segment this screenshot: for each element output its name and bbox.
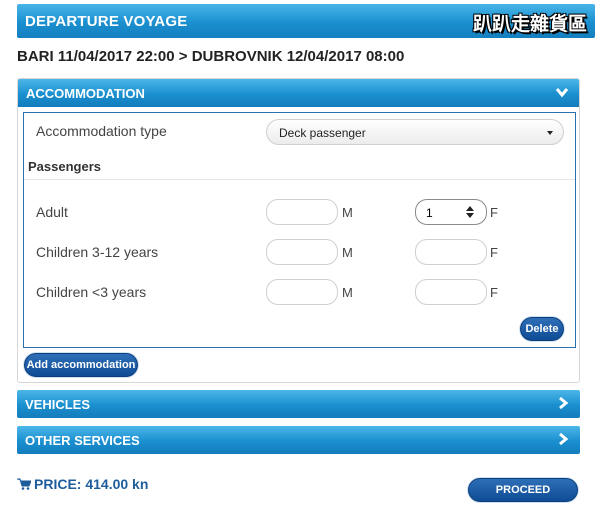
accommodation-type-label: Accommodation type <box>36 123 167 139</box>
chevron-right-icon[interactable] <box>556 432 570 446</box>
spinner-arrows-icon[interactable] <box>466 205 474 219</box>
male-suffix: M <box>342 205 353 220</box>
accommodation-form: Accommodation type Deck passenger Passen… <box>23 112 576 348</box>
caret-down-icon <box>547 131 553 135</box>
children-3-12-female-input[interactable] <box>415 239 487 265</box>
adult-male-input[interactable] <box>266 199 338 225</box>
female-suffix: F <box>490 205 498 220</box>
accommodation-type-select[interactable]: Deck passenger <box>266 119 564 145</box>
chevron-down-icon[interactable] <box>555 85 569 99</box>
add-accommodation-button[interactable]: Add accommodation <box>24 353 138 377</box>
male-suffix: M <box>342 285 353 300</box>
male-suffix: M <box>342 245 353 260</box>
other-services-section-label: OTHER SERVICES <box>25 433 140 448</box>
divider <box>24 179 575 180</box>
proceed-button[interactable]: PROCEED <box>468 478 578 502</box>
children-under-3-male-input[interactable] <box>266 279 338 305</box>
passenger-row-label: Children <3 years <box>36 284 147 300</box>
page-title: DEPARTURE VOYAGE <box>25 13 188 30</box>
price-text: PRICE: 414.00 kn <box>34 476 149 492</box>
passengers-heading: Passengers <box>28 159 101 174</box>
vehicles-section-header[interactable]: VEHICLES <box>17 390 580 418</box>
delete-button[interactable]: Delete <box>520 317 564 341</box>
vehicles-section-label: VEHICLES <box>25 397 91 412</box>
children-3-12-male-input[interactable] <box>266 239 338 265</box>
accommodation-section-label: ACCOMMODATION <box>26 86 145 101</box>
chevron-right-icon[interactable] <box>556 396 570 410</box>
female-suffix: F <box>490 245 498 260</box>
accommodation-panel: ACCOMMODATION Accommodation type Deck pa… <box>17 78 580 383</box>
route-summary: BARI 11/04/2017 22:00 > DUBROVNIK 12/04/… <box>17 48 405 65</box>
accommodation-section-header[interactable]: ACCOMMODATION <box>18 79 579 107</box>
price-display: PRICE: 414.00 kn <box>17 476 148 492</box>
female-suffix: F <box>490 285 498 300</box>
other-services-section-header[interactable]: OTHER SERVICES <box>17 426 580 454</box>
accommodation-type-value: Deck passenger <box>279 126 366 140</box>
children-under-3-female-input[interactable] <box>415 279 487 305</box>
watermark-text: 趴趴走雜貨區 <box>472 13 587 35</box>
shopping-cart-icon <box>17 478 31 490</box>
passenger-row-label: Children 3-12 years <box>36 244 159 260</box>
adult-female-input[interactable]: 1 <box>415 199 487 225</box>
passenger-row-label: Adult <box>36 204 68 220</box>
departure-voyage-header: DEPARTURE VOYAGE 趴趴走雜貨區 <box>17 4 595 38</box>
adult-female-value: 1 <box>426 206 433 220</box>
